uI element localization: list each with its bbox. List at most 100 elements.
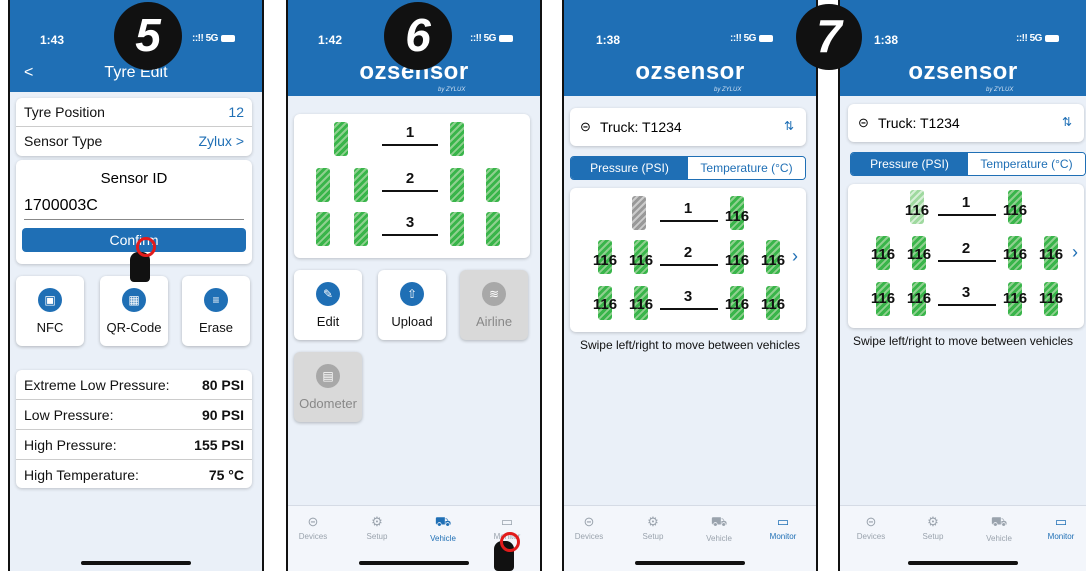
status-signal: ::!! 5G xyxy=(730,33,773,44)
chevron-right-icon[interactable]: › xyxy=(1072,242,1078,263)
tyre[interactable] xyxy=(450,122,464,156)
nav-vehicle[interactable]: ⛟ Vehicle xyxy=(974,514,1024,543)
tyre-offline[interactable] xyxy=(632,196,646,230)
nav-devices[interactable]: ⊝ Devices xyxy=(288,514,338,541)
threshold-value: 155 PSI xyxy=(194,436,244,453)
nav-setup[interactable]: ⚙ Setup xyxy=(628,514,678,541)
tyre[interactable] xyxy=(334,122,348,156)
logo-subtitle: by ZYLUX xyxy=(438,87,466,93)
tab-temperature[interactable]: Temperature (°C) xyxy=(688,157,805,179)
metric-toggle[interactable]: Pressure (PSI) Temperature (°C) xyxy=(850,152,1086,176)
battery-icon xyxy=(1044,34,1059,42)
axle-number: 3 xyxy=(405,214,415,231)
tyre-pressure: 116 xyxy=(1038,290,1064,307)
home-indicator xyxy=(635,561,745,565)
axle-number: 3 xyxy=(683,288,693,305)
nav-devices[interactable]: ⊝ Devices xyxy=(846,514,896,541)
axle-line xyxy=(382,234,438,236)
tyre-monitor-diagram[interactable]: 116 1 116 116 116 116 2 116 116 116 116 … xyxy=(570,188,806,332)
truck-selector[interactable]: ⊝ Truck: T1234 ⇅ xyxy=(848,104,1084,142)
battery-icon xyxy=(220,34,235,42)
battery-icon xyxy=(758,34,773,42)
tyre[interactable] xyxy=(450,212,464,246)
nfc-button[interactable]: ▣ NFC xyxy=(16,276,84,346)
swap-icon[interactable]: ⇅ xyxy=(784,119,794,133)
metric-toggle[interactable]: Pressure (PSI) Temperature (°C) xyxy=(570,156,806,180)
tyre-pressure: 116 xyxy=(904,202,930,219)
link-icon: ⊝ xyxy=(865,514,877,529)
swap-icon[interactable]: ⇅ xyxy=(1062,115,1072,129)
status-signal: ::!! 5G xyxy=(192,33,235,44)
phone-monitor-b: 1:38 ::!! 5G ozsensor by ZYLUX ⊝ Truck: … xyxy=(838,0,1086,571)
status-signal: ::!! 5G xyxy=(1016,33,1059,44)
truck-name: Truck: T1234 xyxy=(600,119,682,135)
upload-button[interactable]: ⇧ Upload xyxy=(378,270,446,340)
tyre[interactable] xyxy=(354,212,368,246)
odometer-button[interactable]: ▤ Odometer xyxy=(294,352,362,422)
tyre-info-card: Tyre Position 12 Sensor Type Zylux > xyxy=(16,98,252,156)
tyre[interactable] xyxy=(316,168,330,202)
tyre[interactable] xyxy=(354,168,368,202)
nav-setup[interactable]: ⚙ Setup xyxy=(352,514,402,541)
threshold-label: Low Pressure: xyxy=(24,406,114,423)
qr-code-button[interactable]: ▦ QR-Code xyxy=(100,276,168,346)
confirm-button[interactable]: Confirm xyxy=(22,228,246,252)
truck-icon: ⛟ xyxy=(990,514,1008,529)
tyre-position-label: Tyre Position xyxy=(24,104,105,120)
threshold-label: Extreme Low Pressure: xyxy=(24,376,170,393)
axle-diagram[interactable]: 1 2 3 xyxy=(294,114,530,258)
axle-number: 3 xyxy=(961,284,971,301)
tab-pressure[interactable]: Pressure (PSI) xyxy=(571,157,688,179)
swipe-hint: Swipe left/right to move between vehicle… xyxy=(579,338,801,352)
status-time: 1:42 xyxy=(318,33,343,47)
erase-button[interactable]: ≡ Erase xyxy=(182,276,250,346)
axle-line xyxy=(382,144,438,146)
chevron-right-icon[interactable]: › xyxy=(792,246,798,267)
header: 1:38 ::!! 5G ozsensor by ZYLUX xyxy=(840,0,1086,96)
nav-vehicle[interactable]: ⛟ Vehicle xyxy=(418,514,468,543)
airline-button[interactable]: ≋ Airline xyxy=(460,270,528,340)
tyre-position-value: 12 xyxy=(228,104,244,120)
status-time: 1:43 xyxy=(40,33,65,47)
sensor-type-label: Sensor Type xyxy=(24,133,103,149)
tyre-pressure: 116 xyxy=(906,290,932,307)
truck-selector[interactable]: ⊝ Truck: T1234 ⇅ xyxy=(570,108,806,146)
nav-monitor[interactable]: ▭ Monitor xyxy=(758,514,808,541)
status-time: 1:38 xyxy=(874,33,899,47)
nav-setup[interactable]: ⚙ Setup xyxy=(908,514,958,541)
sensor-type-value[interactable]: Zylux > xyxy=(198,133,244,149)
pencil-icon: ✎ xyxy=(316,282,340,306)
nfc-label: NFC xyxy=(36,320,64,335)
tyre-pressure: 116 xyxy=(628,252,654,269)
monitor-icon: ▭ xyxy=(776,514,790,529)
tyre[interactable] xyxy=(450,168,464,202)
edit-button[interactable]: ✎ Edit xyxy=(294,270,362,340)
ozsensor-logo: ozsensor xyxy=(635,58,745,85)
tyre[interactable] xyxy=(486,212,500,246)
sensor-id-input[interactable]: 1700003C xyxy=(24,197,244,220)
airline-label: Airline xyxy=(475,314,513,329)
tyre-pressure: 116 xyxy=(1002,246,1028,263)
tyre-pressure: 116 xyxy=(870,290,896,307)
sensor-type-row[interactable]: Sensor Type Zylux > xyxy=(16,127,252,155)
axle-number: 1 xyxy=(405,124,415,141)
tyre-monitor-diagram[interactable]: 116 116 1 116 116 116 116 2 116 116 116 … xyxy=(848,184,1084,328)
threshold-value: 90 PSI xyxy=(201,406,244,423)
tyre-pressure: 116 xyxy=(592,296,618,313)
gear-icon: ⚙ xyxy=(647,514,659,529)
threshold-label: High Temperature: xyxy=(24,466,139,483)
tab-temperature[interactable]: Temperature (°C) xyxy=(968,153,1085,175)
axle-line xyxy=(660,308,718,310)
phone-tyre-edit: 1:43 ::!! 5G < Tyre Edit 5 Tyre Position… xyxy=(8,0,264,571)
tyre[interactable] xyxy=(316,212,330,246)
tab-pressure[interactable]: Pressure (PSI) xyxy=(851,153,968,175)
nav-vehicle[interactable]: ⛟ Vehicle xyxy=(694,514,744,543)
logo-subtitle: by ZYLUX xyxy=(714,87,742,93)
link-icon: ⊝ xyxy=(583,514,595,529)
link-icon: ⊝ xyxy=(858,115,869,130)
nav-devices[interactable]: ⊝ Devices xyxy=(564,514,614,541)
nav-monitor[interactable]: ▭ Monitor xyxy=(1036,514,1086,541)
status-signal: ::!! 5G xyxy=(470,33,513,44)
tyre-pressure: 116 xyxy=(760,296,786,313)
tyre[interactable] xyxy=(486,168,500,202)
